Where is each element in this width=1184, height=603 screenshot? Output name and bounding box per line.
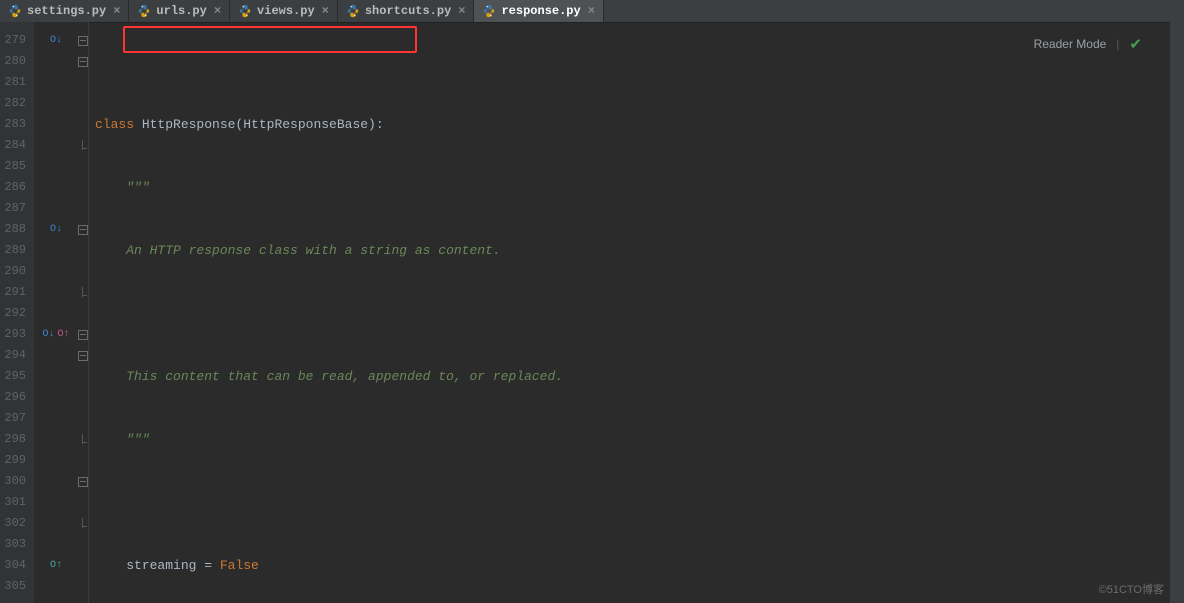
- watermark: ©51CTO博客: [1099, 580, 1164, 601]
- line-number: 279: [0, 30, 34, 51]
- line-number: 299: [0, 450, 34, 471]
- line-number: 281: [0, 72, 34, 93]
- fold-end-icon: [79, 436, 87, 444]
- editor-tab-bar: settings.py × urls.py × views.py × short…: [0, 0, 1184, 23]
- close-icon[interactable]: ×: [456, 4, 467, 18]
- line-number: 286: [0, 177, 34, 198]
- tab-response[interactable]: response.py ×: [474, 0, 603, 22]
- line-number: 288: [0, 219, 34, 240]
- tab-settings[interactable]: settings.py ×: [0, 0, 129, 22]
- line-number: 285: [0, 156, 34, 177]
- line-number: 297: [0, 408, 34, 429]
- fold-gutter: [78, 22, 89, 603]
- line-number: 289: [0, 240, 34, 261]
- tab-label: urls.py: [156, 4, 206, 18]
- fold-end-icon: [79, 289, 87, 297]
- python-file-icon: [8, 4, 22, 18]
- tab-label: shortcuts.py: [365, 4, 451, 18]
- python-file-icon: [482, 4, 496, 18]
- line-number: 293: [0, 324, 34, 345]
- code-line: streaming = False: [89, 555, 1170, 576]
- line-number: 283: [0, 114, 34, 135]
- editor-area: 2792802812822832842852862872882892902912…: [0, 22, 1184, 603]
- override-down-icon[interactable]: O↓: [50, 35, 62, 46]
- close-icon[interactable]: ×: [212, 4, 223, 18]
- line-number: 298: [0, 429, 34, 450]
- code-line: [89, 303, 1170, 324]
- check-icon: ✔: [1129, 34, 1142, 55]
- line-number: 284: [0, 135, 34, 156]
- line-number: 295: [0, 366, 34, 387]
- line-number: 305: [0, 576, 34, 597]
- marker-gutter: O↓ O↓ O↓ O↑ O↑: [34, 22, 78, 603]
- fold-toggle-icon[interactable]: [78, 330, 88, 340]
- code-line: """: [89, 177, 1170, 198]
- code-line: class HttpResponse(HttpResponseBase):: [89, 114, 1170, 135]
- line-number: 304: [0, 555, 34, 576]
- line-number: 296: [0, 387, 34, 408]
- tab-label: views.py: [257, 4, 315, 18]
- highlight-annotation: [123, 26, 417, 53]
- close-icon[interactable]: ×: [111, 4, 122, 18]
- line-number: 303: [0, 534, 34, 555]
- code-line: An HTTP response class with a string as …: [89, 240, 1170, 261]
- line-number: 291: [0, 282, 34, 303]
- reader-mode-toggle[interactable]: Reader Mode | ✔: [1034, 34, 1142, 55]
- tab-shortcuts[interactable]: shortcuts.py ×: [338, 0, 475, 22]
- python-file-icon: [238, 4, 252, 18]
- line-number: 300: [0, 471, 34, 492]
- code-line: [89, 492, 1170, 513]
- fold-toggle-icon[interactable]: [78, 57, 88, 67]
- fold-end-icon: [79, 520, 87, 528]
- code-editor[interactable]: class HttpResponse(HttpResponseBase): ""…: [89, 22, 1170, 603]
- override-down-icon[interactable]: O↓: [50, 224, 62, 235]
- python-file-icon: [346, 4, 360, 18]
- line-number: 292: [0, 303, 34, 324]
- tab-label: settings.py: [27, 4, 106, 18]
- line-number: 280: [0, 51, 34, 72]
- line-number: 290: [0, 261, 34, 282]
- line-number: 282: [0, 93, 34, 114]
- fold-toggle-icon[interactable]: [78, 351, 88, 361]
- tab-label: response.py: [501, 4, 580, 18]
- reader-mode-label: Reader Mode: [1034, 34, 1107, 55]
- close-icon[interactable]: ×: [320, 4, 331, 18]
- override-down-icon[interactable]: O↓: [42, 329, 54, 340]
- line-number: 302: [0, 513, 34, 534]
- fold-end-icon: [79, 142, 87, 150]
- python-file-icon: [137, 4, 151, 18]
- scrollbar[interactable]: [1170, 22, 1184, 603]
- line-number: 287: [0, 198, 34, 219]
- tab-views[interactable]: views.py ×: [230, 0, 338, 22]
- line-number: 294: [0, 345, 34, 366]
- line-number-gutter: 2792802812822832842852862872882892902912…: [0, 22, 34, 603]
- tab-urls[interactable]: urls.py ×: [129, 0, 230, 22]
- line-number: 301: [0, 492, 34, 513]
- override-up-icon[interactable]: O↑: [58, 329, 70, 340]
- code-line: This content that can be read, appended …: [89, 366, 1170, 387]
- code-line: """: [89, 429, 1170, 450]
- override-up-icon[interactable]: O↑: [50, 560, 62, 571]
- fold-toggle-icon[interactable]: [78, 477, 88, 487]
- close-icon[interactable]: ×: [586, 4, 597, 18]
- fold-toggle-icon[interactable]: [78, 36, 88, 46]
- fold-toggle-icon[interactable]: [78, 225, 88, 235]
